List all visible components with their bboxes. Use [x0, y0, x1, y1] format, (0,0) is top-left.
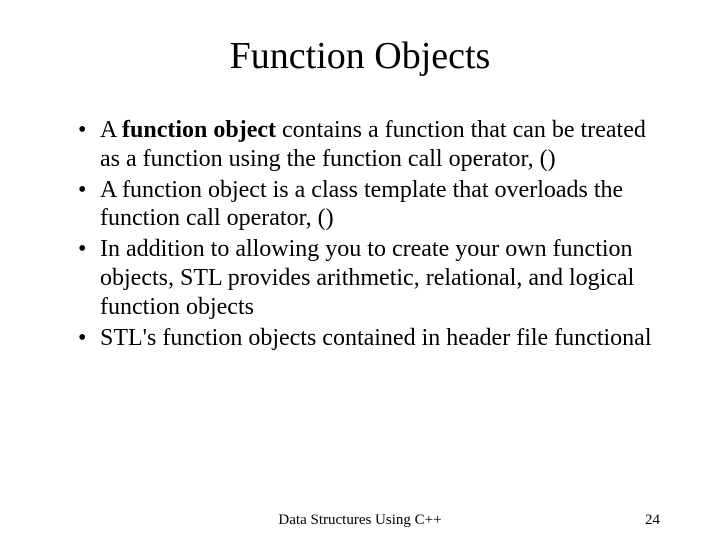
- bullet-text-rest: In addition to allowing you to create yo…: [100, 236, 634, 320]
- footer-text: Data Structures Using C++: [278, 512, 441, 529]
- slide-title: Function Objects: [50, 34, 670, 78]
- bullet-item: In addition to allowing you to create yo…: [78, 235, 670, 321]
- slide: Function Objects A function object conta…: [0, 0, 720, 540]
- page-number: 24: [645, 512, 660, 529]
- bullet-item: A function object is a class template th…: [78, 176, 670, 234]
- bullet-text-rest: A function object is a class template th…: [100, 177, 623, 232]
- bullet-item: A function object contains a function th…: [78, 116, 670, 174]
- bullet-text-rest: STL's function objects contained in head…: [100, 325, 651, 351]
- bullet-text-bold: function object: [122, 117, 276, 143]
- bullet-list: A function object contains a function th…: [50, 116, 670, 352]
- bullet-text-prefix: A: [100, 117, 122, 143]
- bullet-item: STL's function objects contained in head…: [78, 324, 670, 353]
